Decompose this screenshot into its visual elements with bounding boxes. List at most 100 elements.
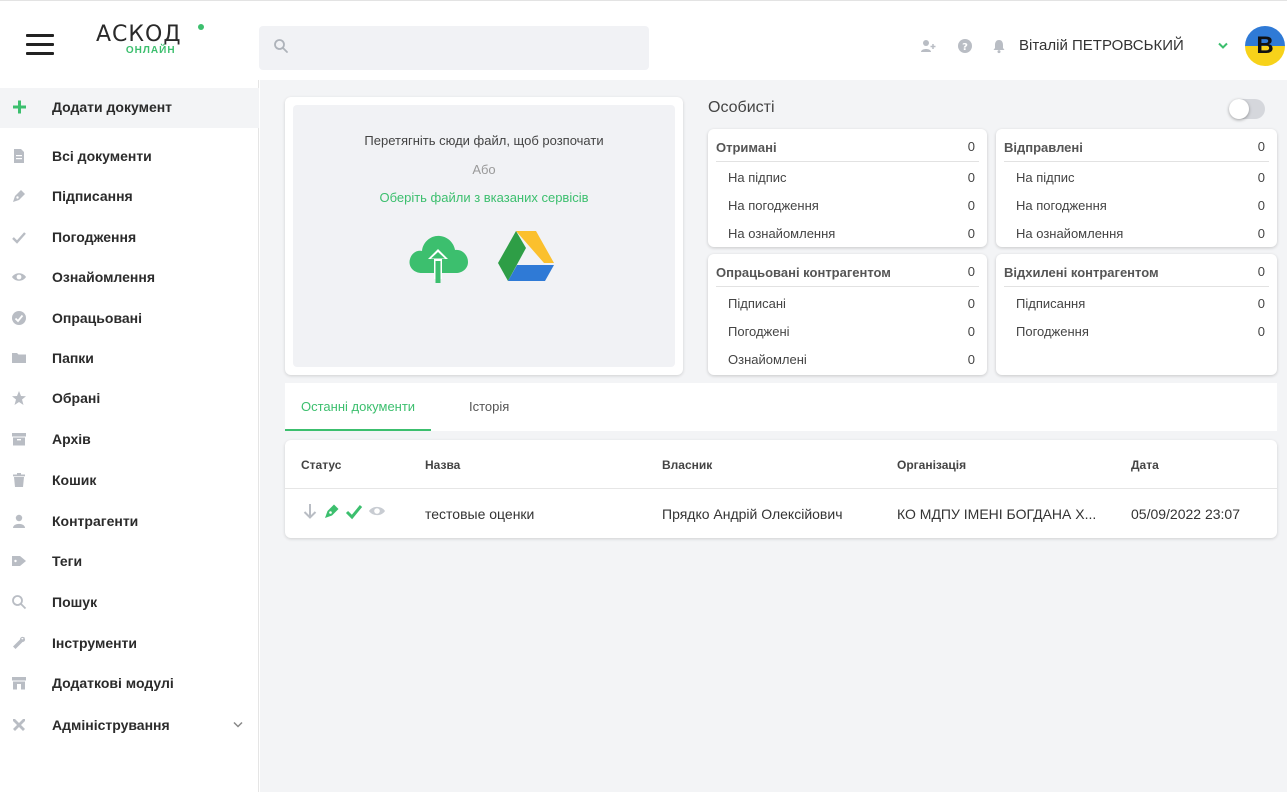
user-name[interactable]: Віталій ПЕТРОВСЬКИЙ bbox=[1019, 37, 1184, 54]
stat-row-value: 0 bbox=[967, 170, 975, 185]
sidebar-item-approval[interactable]: Погодження bbox=[0, 218, 259, 258]
search-input[interactable] bbox=[299, 26, 639, 70]
stat-row-label[interactable]: На погодження bbox=[728, 198, 819, 213]
stat-title[interactable]: Відхилені контрагентом bbox=[1004, 265, 1159, 280]
sidebar-item-trash[interactable]: Кошик bbox=[0, 461, 259, 501]
cloud-upload-icon[interactable] bbox=[406, 227, 470, 287]
document-date: 05/09/2022 23:07 bbox=[1131, 506, 1240, 522]
tab-history[interactable]: Історія bbox=[459, 383, 519, 431]
stat-row-label[interactable]: На підпис bbox=[728, 170, 787, 185]
avatar[interactable]: В bbox=[1245, 26, 1285, 66]
trash-icon bbox=[13, 473, 25, 487]
choose-files-link[interactable]: Оберіть файли з вказаних сервісів bbox=[293, 190, 675, 205]
stat-total: 0 bbox=[967, 139, 975, 154]
sidebar-item-label: Додати документ bbox=[52, 99, 173, 115]
stat-row-value: 0 bbox=[1257, 296, 1265, 311]
sidebar-item-label: Ознайомлення bbox=[52, 269, 155, 285]
bell-icon[interactable] bbox=[991, 38, 1007, 54]
help-icon[interactable]: ? bbox=[957, 38, 973, 54]
stat-row-label[interactable]: Погодження bbox=[1016, 324, 1089, 339]
stat-row-label[interactable]: На ознайомлення bbox=[1016, 226, 1123, 241]
sidebar-item-modules[interactable]: Додаткові модулі bbox=[0, 664, 259, 704]
stat-card-processed: Опрацьовані контрагентом 0 Підписані 0 П… bbox=[708, 254, 987, 375]
sidebar-item-label: Контрагенти bbox=[52, 513, 139, 529]
add-user-icon[interactable] bbox=[920, 38, 936, 54]
column-header-organization[interactable]: Організація bbox=[897, 458, 966, 472]
document-icon bbox=[14, 149, 24, 163]
document-name[interactable]: тестовые оценки bbox=[425, 506, 534, 522]
check-icon bbox=[12, 232, 26, 244]
divider bbox=[716, 161, 979, 162]
stat-card-sent: Відправлені 0 На підпис 0 На погодження … bbox=[996, 129, 1277, 247]
personal-toggle[interactable] bbox=[1229, 99, 1265, 119]
eye-icon bbox=[12, 273, 26, 281]
stat-title[interactable]: Відправлені bbox=[1004, 140, 1083, 155]
sidebar-item-review[interactable]: Ознайомлення bbox=[0, 258, 259, 298]
document-organization: КО МДПУ ІМЕНІ БОГДАНА Х... bbox=[897, 506, 1097, 522]
stat-total: 0 bbox=[1257, 139, 1265, 154]
column-header-date[interactable]: Дата bbox=[1131, 458, 1159, 472]
sidebar-item-add-document[interactable]: Додати документ bbox=[0, 88, 259, 128]
column-header-name[interactable]: Назва bbox=[425, 458, 460, 472]
sidebar-item-processed[interactable]: Опрацьовані bbox=[0, 299, 259, 339]
search-bar[interactable] bbox=[259, 26, 649, 70]
stat-row-label[interactable]: На погодження bbox=[1016, 198, 1107, 213]
stat-row-value: 0 bbox=[1257, 324, 1265, 339]
documents-tabs: Останні документи Історія bbox=[285, 383, 1277, 431]
logo-text: АСКОД bbox=[96, 22, 182, 47]
sidebar: Додати документ Всі документи Підписання… bbox=[0, 80, 259, 792]
stat-title[interactable]: Опрацьовані контрагентом bbox=[716, 265, 891, 280]
avatar-letter: В bbox=[1256, 32, 1274, 59]
stat-title[interactable]: Отримані bbox=[716, 140, 777, 155]
stat-row-value: 0 bbox=[1257, 226, 1265, 241]
sidebar-item-label: Обрані bbox=[52, 390, 101, 406]
sidebar-item-label: Архів bbox=[52, 431, 91, 447]
svg-text:?: ? bbox=[962, 42, 968, 53]
sidebar-item-label: Підписання bbox=[52, 188, 133, 204]
stat-row-label[interactable]: Підписані bbox=[728, 296, 786, 311]
sidebar-item-folders[interactable]: Папки bbox=[0, 339, 259, 379]
stat-row-value: 0 bbox=[967, 324, 975, 339]
search-icon bbox=[12, 595, 27, 610]
sidebar-item-label: Всі документи bbox=[52, 148, 152, 164]
stat-row-value: 0 bbox=[1257, 198, 1265, 213]
top-header: АСКОД ОНЛАЙН ? Віталій ПЕТРОВСЬКИЙ В bbox=[0, 0, 1287, 80]
sidebar-item-administration[interactable]: Адміністрування bbox=[0, 706, 259, 746]
search-icon bbox=[274, 39, 288, 53]
user-icon bbox=[13, 514, 25, 528]
chevron-down-icon[interactable] bbox=[233, 721, 243, 729]
tab-recent-documents[interactable]: Останні документи bbox=[285, 383, 432, 431]
check-icon bbox=[345, 505, 363, 520]
sidebar-item-tools[interactable]: Інструменти bbox=[0, 624, 259, 664]
stat-row-label[interactable]: На ознайомлення bbox=[728, 226, 835, 241]
sidebar-item-archive[interactable]: Архів bbox=[0, 420, 259, 460]
folder-icon bbox=[12, 353, 26, 363]
stat-row-value: 0 bbox=[967, 226, 975, 241]
divider bbox=[1004, 286, 1269, 287]
sidebar-item-all-documents[interactable]: Всі документи bbox=[0, 137, 259, 177]
sidebar-item-tags[interactable]: Теги bbox=[0, 542, 259, 582]
sidebar-item-search[interactable]: Пошук bbox=[0, 583, 259, 623]
drop-zone[interactable]: Перетягніть сюди файл, щоб розпочати Або… bbox=[293, 105, 675, 367]
app-logo[interactable]: АСКОД ОНЛАЙН bbox=[96, 22, 204, 56]
sidebar-item-counterparties[interactable]: Контрагенти bbox=[0, 502, 259, 542]
personal-title: Особисті bbox=[708, 99, 775, 116]
chevron-down-icon[interactable] bbox=[1218, 42, 1228, 50]
column-header-status[interactable]: Статус bbox=[301, 458, 341, 472]
stat-row-label[interactable]: Ознайомлені bbox=[728, 352, 807, 367]
sidebar-item-signing[interactable]: Підписання bbox=[0, 177, 259, 217]
sidebar-item-label: Погодження bbox=[52, 229, 137, 245]
tag-icon bbox=[12, 556, 26, 566]
toggle-knob bbox=[1229, 99, 1249, 119]
google-drive-icon[interactable] bbox=[496, 229, 556, 283]
menu-icon[interactable] bbox=[26, 34, 54, 56]
stat-row-value: 0 bbox=[1257, 170, 1265, 185]
check-circle-icon bbox=[12, 311, 26, 325]
sidebar-item-favorites[interactable]: Обрані bbox=[0, 379, 259, 419]
stat-row-label[interactable]: Підписання bbox=[1016, 296, 1085, 311]
column-header-owner[interactable]: Власник bbox=[662, 458, 712, 472]
pen-icon bbox=[325, 504, 339, 518]
stat-row-label[interactable]: На підпис bbox=[1016, 170, 1075, 185]
stat-row-label[interactable]: Погоджені bbox=[728, 324, 790, 339]
upload-card: Перетягніть сюди файл, щоб розпочати Або… bbox=[285, 97, 683, 375]
